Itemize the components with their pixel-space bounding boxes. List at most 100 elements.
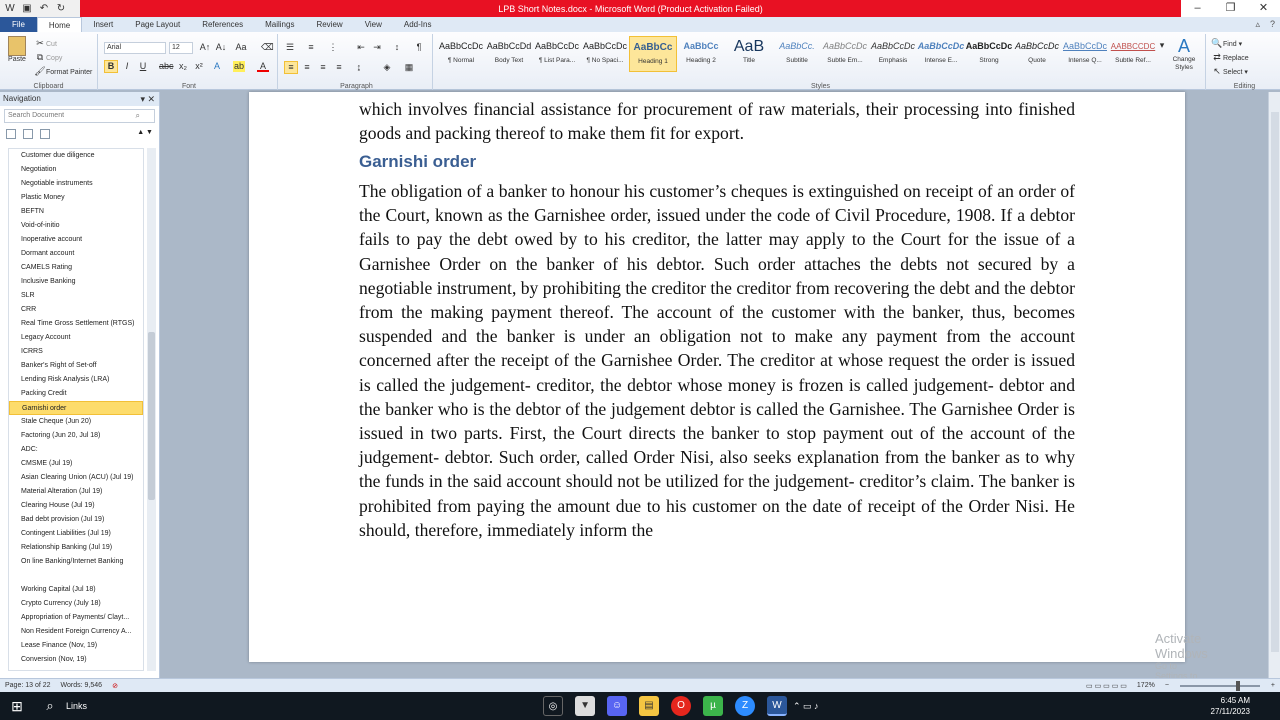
- navigation-heading-item[interactable]: Packing Credit: [9, 387, 143, 401]
- navigation-heading-item[interactable]: Appropriation of Payments/ Clayt...: [9, 611, 143, 625]
- zoom-out-icon[interactable]: −: [1160, 682, 1174, 689]
- navigation-heading-item[interactable]: Lending Risk Analysis (LRA): [9, 373, 143, 387]
- restore-button[interactable]: ❐: [1214, 0, 1247, 17]
- system-tray-icons[interactable]: ⌃ ▭ ♪: [793, 701, 819, 712]
- navigation-heading-item[interactable]: CRR: [9, 303, 143, 317]
- zoom-level[interactable]: 172%: [1132, 682, 1160, 689]
- utorrent-icon[interactable]: µ: [703, 696, 724, 716]
- view-buttons-icon[interactable]: ▭ ▭ ▭ ▭ ▭: [1081, 682, 1132, 690]
- proofing-icon[interactable]: ⊘: [107, 682, 123, 690]
- strikethrough-button[interactable]: abc: [159, 61, 174, 72]
- navigation-heading-item[interactable]: Void-of-initio: [9, 219, 143, 233]
- text-effects-button[interactable]: A: [211, 61, 223, 72]
- multilevel-list-button[interactable]: ⋮: [327, 42, 339, 53]
- browse-headings-icon[interactable]: [6, 129, 16, 139]
- navigation-heading-item[interactable]: Legacy Account: [9, 331, 143, 345]
- navigation-heading-item[interactable]: Banker's Right of Set-off: [9, 359, 143, 373]
- navigation-heading-item[interactable]: ICRRS: [9, 345, 143, 359]
- tab-insert[interactable]: Insert: [82, 17, 124, 32]
- align-right-button[interactable]: ≡: [317, 62, 329, 73]
- select-button[interactable]: ↖ Select ▾: [1211, 66, 1248, 77]
- save-icon[interactable]: ▣: [20, 2, 34, 15]
- navigation-heading-item[interactable]: CAMELS Rating: [9, 261, 143, 275]
- font-family-select[interactable]: Arial: [104, 42, 166, 54]
- shrink-font-button[interactable]: A↓: [215, 42, 227, 53]
- navigation-scroll-thumb[interactable]: [148, 332, 155, 500]
- style-item[interactable]: AaBbCc Heading 2: [677, 36, 725, 72]
- highlight-button[interactable]: ab: [233, 61, 245, 72]
- sort-button[interactable]: ↕: [391, 42, 403, 53]
- navigation-prev-next-icons[interactable]: ▲ ▼: [137, 129, 153, 139]
- tab-add-ins[interactable]: Add-Ins: [393, 17, 443, 32]
- superscript-button[interactable]: x²: [193, 61, 205, 72]
- navigation-heading-item[interactable]: Relationship Banking (Jul 19): [9, 541, 143, 555]
- taskbar-search-icon[interactable]: ⌕: [34, 698, 66, 714]
- increase-indent-button[interactable]: ⇥: [371, 42, 383, 53]
- windows-start-icon[interactable]: ⊞: [0, 698, 34, 715]
- minimize-button[interactable]: –: [1181, 0, 1214, 17]
- help-icon[interactable]: ?: [1265, 17, 1280, 32]
- show-formatting-button[interactable]: ¶: [413, 42, 425, 53]
- decrease-indent-button[interactable]: ⇤: [355, 42, 367, 53]
- navigation-scrollbar[interactable]: [147, 148, 156, 671]
- tab-page-layout[interactable]: Page Layout: [124, 17, 191, 32]
- style-item[interactable]: AaBbCcDc Emphasis: [869, 36, 917, 72]
- style-item[interactable]: AaBbCcDc Quote: [1013, 36, 1061, 72]
- navigation-heading-item[interactable]: Clearing House (Jul 19): [9, 499, 143, 513]
- navigation-heading-item[interactable]: Factoring (Jun 20, Jul 18): [9, 429, 143, 443]
- taskbar-clock[interactable]: 6:45 AM 27/11/2023: [1211, 695, 1250, 717]
- word-count[interactable]: Words: 9,546: [56, 682, 108, 689]
- navigation-heading-item[interactable]: On line Banking/Internet Banking: [9, 555, 143, 569]
- find-button[interactable]: 🔍Find ▾: [1211, 38, 1242, 49]
- bold-button[interactable]: B: [104, 60, 118, 73]
- navigation-heading-item[interactable]: Real Time Gross Settlement (RTGS): [9, 317, 143, 331]
- underline-button[interactable]: U: [137, 61, 149, 72]
- navigation-heading-item[interactable]: Inclusive Banking: [9, 275, 143, 289]
- navigation-heading-item[interactable]: Garnishi order: [9, 401, 143, 415]
- discord-icon[interactable]: ☺: [607, 696, 628, 716]
- style-item[interactable]: AaBbCcDc ¶ List Para...: [533, 36, 581, 72]
- tab-review[interactable]: Review: [305, 17, 353, 32]
- font-size-select[interactable]: 12: [169, 42, 193, 54]
- subscript-button[interactable]: x₂: [177, 61, 189, 72]
- navigation-heading-item[interactable]: Working Capital (Jul 18): [9, 583, 143, 597]
- navigation-heading-item[interactable]: CMSME (Jul 19): [9, 457, 143, 471]
- style-item[interactable]: AaBbCcDc ¶ Normal: [437, 36, 485, 72]
- minimize-ribbon-icon[interactable]: ▵: [1250, 17, 1265, 32]
- bullets-button[interactable]: ☰: [284, 42, 296, 53]
- close-button[interactable]: ✕: [1247, 0, 1280, 17]
- navigation-heading-item[interactable]: Inoperative account: [9, 233, 143, 247]
- redo-icon[interactable]: ↻: [54, 2, 68, 15]
- document-scroll-thumb[interactable]: [1271, 112, 1279, 652]
- tab-mailings[interactable]: Mailings: [254, 17, 305, 32]
- style-item[interactable]: AaBbCcDc Intense E...: [917, 36, 965, 72]
- navigation-heading-item[interactable]: Crypto Currency (July 18): [9, 597, 143, 611]
- body-paragraph[interactable]: The obligation of a banker to honour his…: [359, 179, 1075, 542]
- navigation-heading-item[interactable]: Contingent Liabilities (Jul 19): [9, 527, 143, 541]
- tab-home[interactable]: Home: [36, 17, 83, 32]
- word-taskbar-icon[interactable]: W: [767, 696, 788, 716]
- align-center-button[interactable]: ≡: [301, 62, 313, 73]
- paste-button[interactable]: Paste: [6, 36, 28, 63]
- gallery-scroll[interactable]: ▾: [1156, 40, 1168, 51]
- format-painter-button[interactable]: 🖌Format Painter: [34, 66, 92, 77]
- tab-view[interactable]: View: [354, 17, 393, 32]
- navigation-heading-item[interactable]: Material Alteration (Jul 19): [9, 485, 143, 499]
- browse-pages-icon[interactable]: [23, 129, 33, 139]
- replace-button[interactable]: ⇄ Replace: [1211, 52, 1248, 63]
- taskbar-links-label[interactable]: Links: [66, 701, 87, 711]
- change-case-button[interactable]: Aa: [235, 42, 247, 53]
- navigation-heading-item[interactable]: Customer due diligence: [9, 149, 143, 163]
- file-explorer-icon[interactable]: ▤: [639, 696, 660, 716]
- style-item[interactable]: AaBbCcDc Subtle Em...: [821, 36, 869, 72]
- navigation-heading-item[interactable]: ADC:: [9, 443, 143, 457]
- navigation-heading-item[interactable]: Negotiation: [9, 163, 143, 177]
- navigation-heading-item[interactable]: Dormant account: [9, 247, 143, 261]
- navigation-heading-item[interactable]: Bad debt provision (Jul 19): [9, 513, 143, 527]
- clear-formatting-button[interactable]: ⌫: [261, 42, 274, 53]
- navigation-heading-item[interactable]: BEFTN: [9, 205, 143, 219]
- style-item[interactable]: AaBbCcDc Intense Q...: [1061, 36, 1109, 72]
- grow-font-button[interactable]: A↑: [199, 42, 211, 53]
- tab-file[interactable]: File: [0, 17, 37, 32]
- browse-results-icon[interactable]: [40, 129, 50, 139]
